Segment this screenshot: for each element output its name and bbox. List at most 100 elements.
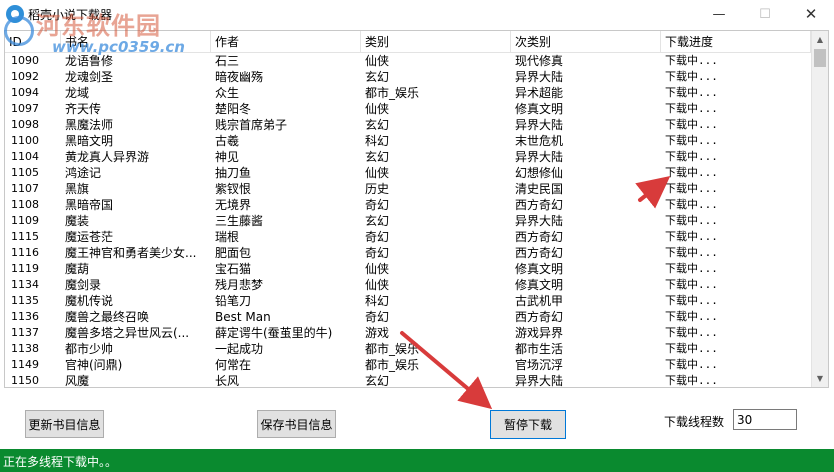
table-row[interactable]: 1149 官神(问鼎) 何常在 都市_娱乐 官场沉浮 下载中... xyxy=(5,357,811,373)
close-button[interactable]: ✕ xyxy=(788,0,834,28)
cell-category: 游戏 xyxy=(365,326,390,340)
table-row[interactable]: 1150 风魔 长风 玄幻 异界大陆 下载中... xyxy=(5,373,811,387)
cell-id: 1116 xyxy=(11,246,39,259)
scroll-up-icon[interactable]: ▲ xyxy=(812,31,828,48)
cell-progress: 下载中... xyxy=(665,278,718,291)
cell-progress: 下载中... xyxy=(665,358,718,371)
cell-name: 龙域 xyxy=(65,86,90,100)
thread-count-input[interactable] xyxy=(733,409,797,430)
table-row[interactable]: 1090 龙语鲁修 石三 仙侠 现代修真 下载中... xyxy=(5,53,811,69)
table-row[interactable]: 1107 黑旗 紫钗恨 历史 清史民国 下载中... xyxy=(5,181,811,197)
cell-progress: 下载中... xyxy=(665,198,718,211)
cell-id: 1109 xyxy=(11,214,39,227)
cell-progress: 下载中... xyxy=(665,374,718,387)
table-row[interactable]: 1104 黄龙真人异界游 神见 玄幻 异界大陆 下载中... xyxy=(5,149,811,165)
cell-progress: 下载中... xyxy=(665,150,718,163)
scroll-thumb[interactable] xyxy=(814,49,826,67)
cell-subcategory: 修真文明 xyxy=(515,102,564,116)
table-row[interactable]: 1092 龙魂剑圣 暗夜幽殇 玄幻 异界大陆 下载中... xyxy=(5,69,811,85)
vertical-scrollbar[interactable]: ▲ ▼ xyxy=(811,31,828,387)
cell-id: 1149 xyxy=(11,358,39,371)
column-header-name[interactable]: 书名 xyxy=(61,31,211,53)
table-row[interactable]: 1098 黑魔法师 贱宗首席弟子 玄幻 异界大陆 下载中... xyxy=(5,117,811,133)
table-row[interactable]: 1105 鸿途记 抽刀鱼 仙侠 幻想修仙 下载中... xyxy=(5,165,811,181)
cell-subcategory: 官场沉浮 xyxy=(515,358,564,372)
cell-progress: 下载中... xyxy=(665,262,718,275)
cell-category: 科幻 xyxy=(365,294,390,308)
table-row[interactable]: 1115 魔运苍茫 瑞根 奇幻 西方奇幻 下载中... xyxy=(5,229,811,245)
cell-progress: 下载中... xyxy=(665,214,718,227)
cell-id: 1135 xyxy=(11,294,39,307)
list-header: ID 书名 作者 类别 次类别 下载进度 xyxy=(5,31,811,53)
table-row[interactable]: 1109 魔装 三生藤酱 玄幻 异界大陆 下载中... xyxy=(5,213,811,229)
cell-name: 魔装 xyxy=(65,214,90,228)
cell-name: 黑暗帝国 xyxy=(65,198,114,212)
column-header-category[interactable]: 类别 xyxy=(361,31,511,53)
cell-category: 仙侠 xyxy=(365,54,390,68)
cell-author: 铅笔刀 xyxy=(215,294,252,308)
table-row[interactable]: 1134 魔剑录 残月悲梦 仙侠 修真文明 下载中... xyxy=(5,277,811,293)
table-row[interactable]: 1097 齐天传 楚阳冬 仙侠 修真文明 下载中... xyxy=(5,101,811,117)
table-row[interactable]: 1100 黑暗文明 古羲 科幻 末世危机 下载中... xyxy=(5,133,811,149)
cell-subcategory: 异界大陆 xyxy=(515,150,564,164)
table-row[interactable]: 1138 都市少帅 一起成功 都市_娱乐 都市生活 下载中... xyxy=(5,341,811,357)
update-catalog-button[interactable]: 更新书目信息 xyxy=(25,410,104,438)
cell-subcategory: 现代修真 xyxy=(515,54,564,68)
cell-author: 暗夜幽殇 xyxy=(215,70,264,84)
cell-category: 科幻 xyxy=(365,134,390,148)
cell-progress: 下载中... xyxy=(665,134,718,147)
table-row[interactable]: 1094 龙域 众生 都市_娱乐 异术超能 下载中... xyxy=(5,85,811,101)
column-header-id[interactable]: ID xyxy=(5,31,61,53)
column-header-author[interactable]: 作者 xyxy=(211,31,361,53)
cell-id: 1136 xyxy=(11,310,39,323)
cell-progress: 下载中... xyxy=(665,182,718,195)
cell-id: 1107 xyxy=(11,182,39,195)
cell-id: 1119 xyxy=(11,262,39,275)
column-header-subcategory[interactable]: 次类别 xyxy=(511,31,661,53)
cell-author: 残月悲梦 xyxy=(215,278,264,292)
table-row[interactable]: 1119 魔葫 宝石猫 仙侠 修真文明 下载中... xyxy=(5,261,811,277)
cell-subcategory: 清史民国 xyxy=(515,182,564,196)
book-list[interactable]: ID 书名 作者 类别 次类别 下载进度 1090 龙语鲁修 石三 仙侠 现代修真 下载中… xyxy=(4,30,829,388)
cell-category: 仙侠 xyxy=(365,262,390,276)
cell-category: 奇幻 xyxy=(365,198,390,212)
cell-progress: 下载中... xyxy=(665,86,718,99)
cell-progress: 下载中... xyxy=(665,54,718,67)
table-row[interactable]: 1136 魔兽之最终召唤 Best Man 奇幻 西方奇幻 下载中... xyxy=(5,309,811,325)
cell-category: 玄幻 xyxy=(365,214,390,228)
maximize-button[interactable]: ☐ xyxy=(742,0,788,28)
status-bar: 正在多线程下载中。。 xyxy=(0,449,834,472)
cell-subcategory: 异界大陆 xyxy=(515,214,564,228)
cell-progress: 下载中... xyxy=(665,342,718,355)
cell-name: 鸿途记 xyxy=(65,166,102,180)
cell-progress: 下载中... xyxy=(665,118,718,131)
scroll-down-icon[interactable]: ▼ xyxy=(812,370,828,387)
cell-name: 魔机传说 xyxy=(65,294,114,308)
cell-subcategory: 西方奇幻 xyxy=(515,230,564,244)
cell-category: 玄幻 xyxy=(365,118,390,132)
pause-download-button[interactable]: 暂停下载 xyxy=(490,410,566,439)
cell-author: 薛定谔牛(蚕茧里的牛) xyxy=(215,326,333,340)
cell-author: 瑞根 xyxy=(215,230,240,244)
table-row[interactable]: 1135 魔机传说 铅笔刀 科幻 古武机甲 下载中... xyxy=(5,293,811,309)
cell-category: 都市_娱乐 xyxy=(365,358,420,372)
table-row[interactable]: 1116 魔王神官和勇者美少女... 肥面包 奇幻 西方奇幻 下载中... xyxy=(5,245,811,261)
cell-subcategory: 修真文明 xyxy=(515,262,564,276)
cell-id: 1150 xyxy=(11,374,39,387)
cell-subcategory: 修真文明 xyxy=(515,278,564,292)
cell-subcategory: 西方奇幻 xyxy=(515,310,564,324)
cell-progress: 下载中... xyxy=(665,310,718,323)
cell-subcategory: 末世危机 xyxy=(515,134,564,148)
cell-subcategory: 异界大陆 xyxy=(515,374,564,387)
save-catalog-button[interactable]: 保存书目信息 xyxy=(257,410,336,438)
table-row[interactable]: 1108 黑暗帝国 无境界 奇幻 西方奇幻 下载中... xyxy=(5,197,811,213)
cell-id: 1115 xyxy=(11,230,39,243)
cell-author: 古羲 xyxy=(215,134,240,148)
minimize-button[interactable]: — xyxy=(696,0,742,28)
table-row[interactable]: 1137 魔兽多塔之异世风云(... 薛定谔牛(蚕茧里的牛) 游戏 游戏异界 下载中... xyxy=(5,325,811,341)
column-header-progress[interactable]: 下载进度 xyxy=(661,31,811,53)
cell-id: 1108 xyxy=(11,198,39,211)
cell-name: 黑旗 xyxy=(65,182,90,196)
cell-progress: 下载中... xyxy=(665,230,718,243)
cell-subcategory: 异界大陆 xyxy=(515,118,564,132)
